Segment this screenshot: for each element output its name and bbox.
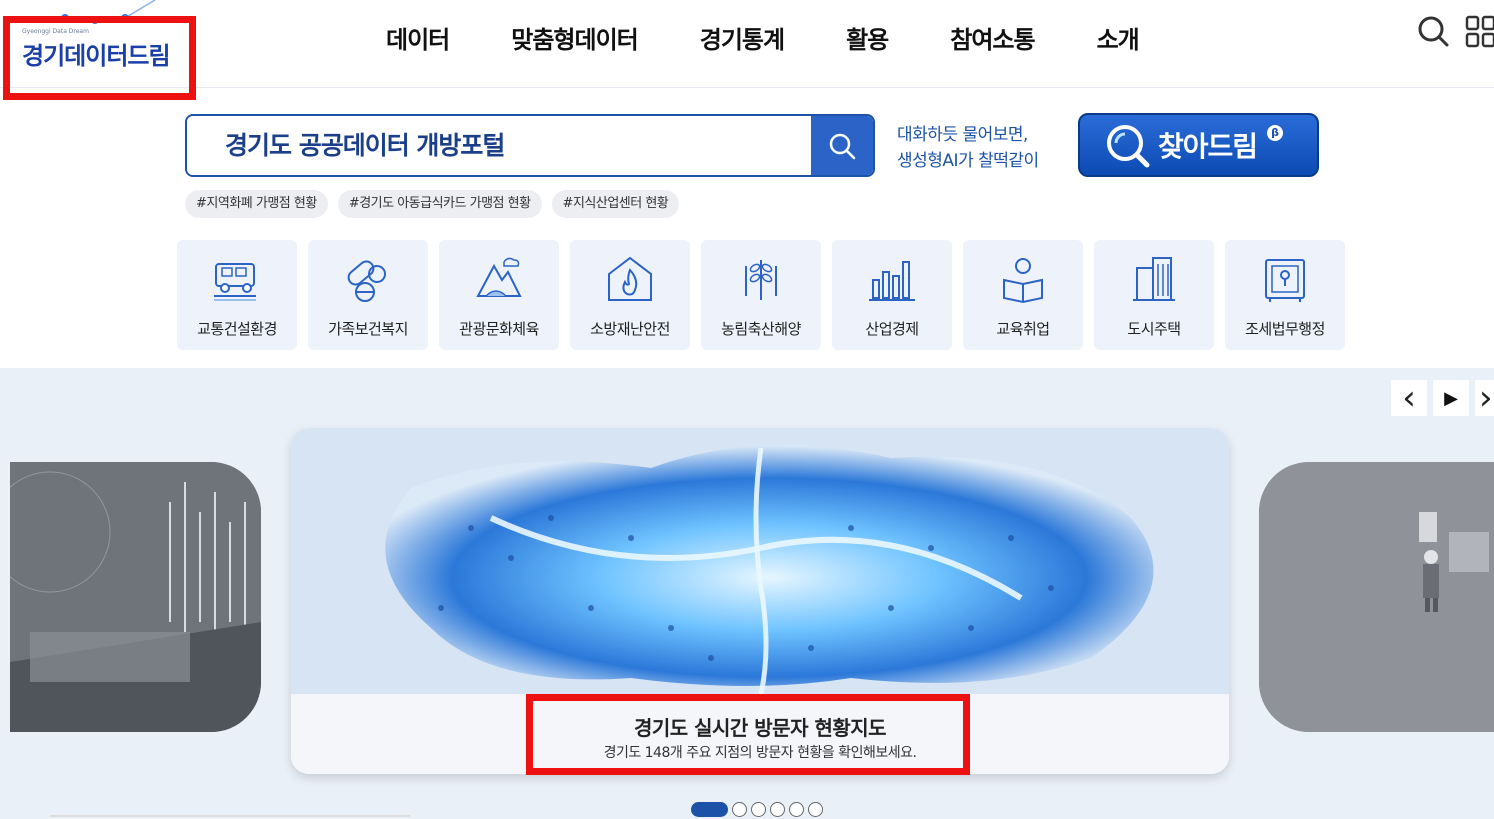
wheat-icon (745, 260, 777, 300)
nav-about[interactable]: 소개 (1066, 20, 1170, 56)
pagination-dot[interactable] (751, 802, 766, 817)
prev-slide-preview[interactable] (10, 462, 261, 732)
presenter-image (1259, 462, 1494, 732)
pagination-dot-active[interactable] (691, 802, 728, 817)
logo-highlight-box (3, 16, 196, 100)
pagination-dot[interactable] (789, 802, 804, 817)
caption-highlight-box (526, 694, 970, 775)
pagination-dot[interactable] (732, 802, 747, 817)
main-nav: 데이터 맞춤형데이터 경기통계 활용 참여소통 소개 (355, 20, 1170, 56)
ai-promo-line1: 대화하듯 물어보면, (897, 125, 1028, 145)
nav-community[interactable]: 참여소통 (919, 20, 1065, 56)
car-icon (214, 263, 256, 301)
category-label: 조세법무행정 (1245, 320, 1325, 338)
nav-data[interactable]: 데이터 (355, 20, 480, 56)
category-label: 도시주택 (1127, 320, 1181, 338)
popular-tags: #지역화폐 가맹점 현황 #경기도 아동급식카드 가맹점 현황 #지식산업센터 … (185, 190, 680, 218)
play-icon: ▶ (1444, 387, 1458, 409)
category-tourism[interactable]: 관광문화체육 (439, 240, 559, 350)
search-bar (185, 114, 875, 177)
tag-item[interactable]: #경기도 아동급식카드 가맹점 현황 (337, 190, 542, 218)
carousel-next-button[interactable]: › (1475, 380, 1494, 416)
category-list: 교통건설환경 가족보건복지 관광문화체육 소방재난안전 농림축산해양 산업경제 … (177, 240, 1345, 350)
search-icon[interactable] (1416, 14, 1450, 48)
carousel-pagination (691, 802, 823, 817)
tag-item[interactable]: #지식산업센터 현황 (551, 190, 680, 218)
carousel-prev-button[interactable]: ‹ (1391, 380, 1427, 416)
search-icon (829, 133, 856, 159)
chevron-right-icon: › (1479, 380, 1493, 416)
carousel-play-button[interactable]: ▶ (1433, 380, 1469, 416)
category-education[interactable]: 교육취업 (963, 240, 1083, 350)
ai-promo-text: 대화하듯 물어보면, 생성형AI가 찰떡같이 (897, 122, 1039, 174)
category-label: 소방재난안전 (590, 320, 670, 338)
pagination-dot[interactable] (770, 802, 785, 817)
category-label: 농림축산해양 (721, 320, 801, 338)
pill-icon (347, 260, 386, 302)
reader-icon (1003, 258, 1043, 304)
category-label: 산업경제 (865, 320, 919, 338)
category-label: 가족보건복지 (328, 320, 408, 338)
category-housing[interactable]: 도시주택 (1094, 240, 1214, 350)
nav-usage[interactable]: 활용 (815, 20, 919, 56)
divider (50, 815, 410, 817)
search-input[interactable] (187, 116, 811, 175)
category-tax-law[interactable]: 조세법무행정 (1225, 240, 1345, 350)
pagination-dot[interactable] (808, 802, 823, 817)
nav-custom-data[interactable]: 맞춤형데이터 (480, 20, 668, 56)
site-header: Gyeonggi Data Dream 경기데이터드림 데이터 맞춤형데이터 경… (0, 0, 1494, 88)
category-economy[interactable]: 산업경제 (832, 240, 952, 350)
bar-chart-icon (869, 261, 915, 301)
category-transport[interactable]: 교통건설환경 (177, 240, 297, 350)
category-label: 교육취업 (996, 320, 1050, 338)
ai-search-button[interactable]: 찾아드림 β (1078, 113, 1319, 177)
fire-house-icon (608, 256, 652, 301)
chevron-left-icon: ‹ (1402, 378, 1416, 418)
tag-item[interactable]: #지역화폐 가맹점 현황 (185, 190, 328, 218)
category-safety[interactable]: 소방재난안전 (570, 240, 690, 350)
search-button[interactable] (811, 116, 873, 175)
category-label: 교통건설환경 (197, 320, 277, 338)
nav-statistics[interactable]: 경기통계 (669, 20, 815, 56)
category-label: 관광문화체육 (459, 320, 539, 338)
crowd-map-image (291, 428, 1229, 694)
building-icon (1133, 257, 1175, 301)
ai-promo-line2: 생성형AI가 찰떡같이 (897, 151, 1039, 171)
category-agriculture[interactable]: 농림축산해양 (701, 240, 821, 350)
menu-grid-icon[interactable] (1464, 14, 1494, 48)
ai-button-label: 찾아드림 (1158, 130, 1258, 163)
tech-city-image (10, 462, 261, 732)
safe-icon (1265, 259, 1305, 302)
next-slide-preview[interactable] (1259, 462, 1494, 732)
mountain-icon (476, 257, 522, 297)
category-welfare[interactable]: 가족보건복지 (308, 240, 428, 350)
magnifier-icon (1107, 125, 1150, 168)
beta-badge: β (1267, 125, 1283, 141)
